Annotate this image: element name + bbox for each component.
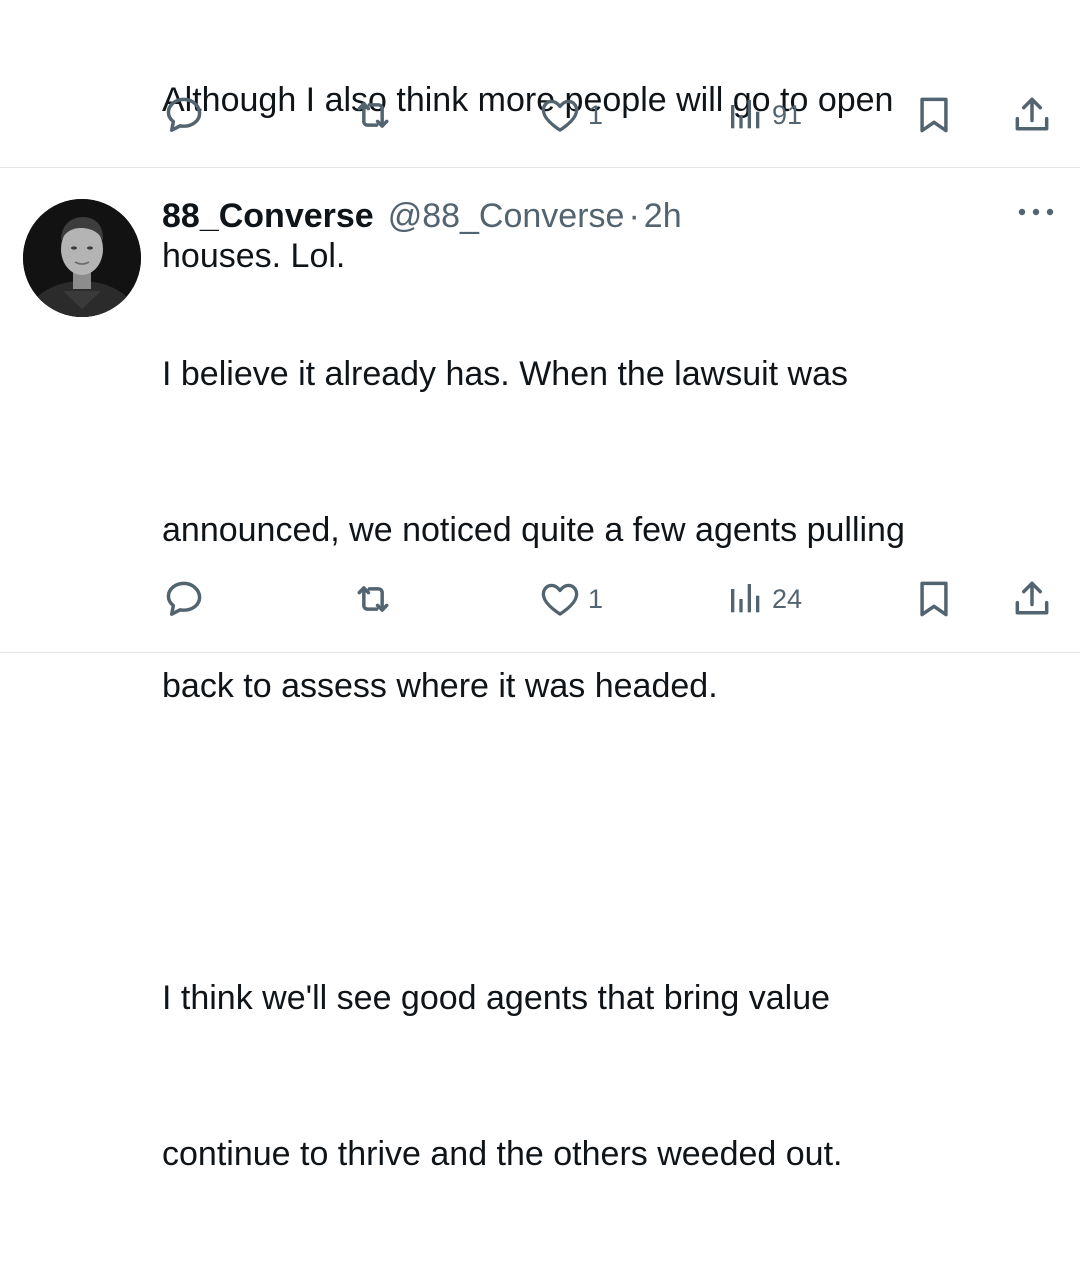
bookmark-icon — [912, 93, 956, 137]
views-button[interactable]: 24 — [726, 574, 802, 624]
tweet-divider — [0, 167, 1080, 168]
retweet-icon — [350, 577, 396, 621]
separator-dot: · — [628, 196, 640, 235]
bar-chart-icon — [726, 577, 766, 621]
heart-icon — [538, 577, 582, 621]
reply-icon — [162, 93, 206, 137]
more-options-button[interactable] — [1016, 197, 1056, 227]
tweet-text-line — [162, 816, 1062, 868]
tweet-text-line: back to assess where it was headed. — [162, 667, 718, 705]
views-button[interactable]: 91 — [726, 90, 802, 140]
tweet-text-line: I believe it already has. When the lawsu… — [162, 355, 849, 393]
tweet-actions: 1 24 — [0, 574, 1080, 624]
like-button[interactable]: 1 — [538, 90, 603, 140]
ellipsis-icon — [1016, 208, 1056, 231]
share-button[interactable] — [1010, 90, 1054, 140]
tweet-divider — [0, 652, 1080, 653]
tweet-text-line: announced, we noticed quite a few agents… — [162, 511, 905, 549]
like-count: 1 — [588, 583, 604, 614]
tweet-previous[interactable]: Although I also think more people will g… — [0, 0, 1080, 275]
timestamp[interactable]: 2h — [644, 197, 682, 236]
share-icon — [1010, 577, 1054, 621]
bookmark-button[interactable] — [912, 574, 956, 624]
heart-icon — [538, 93, 582, 137]
bar-chart-icon — [726, 93, 766, 137]
like-count: 1 — [588, 99, 604, 130]
tweet-actions: 1 91 — [0, 90, 1080, 140]
display-name[interactable]: 88_Converse — [162, 197, 374, 236]
tweet-text: I believe it already has. When the lawsu… — [162, 244, 1062, 1284]
bookmark-icon — [912, 577, 956, 621]
retweet-button[interactable] — [350, 90, 402, 140]
tweet-header: 88_Converse @88_Converse · 2h — [162, 193, 682, 239]
reply-icon — [162, 577, 206, 621]
tweet[interactable]: 88_Converse @88_Converse · 2h I believe … — [0, 169, 1080, 1173]
retweet-button[interactable] — [350, 574, 402, 624]
retweet-icon — [350, 93, 396, 137]
view-count: 91 — [772, 99, 803, 130]
user-handle[interactable]: @88_Converse — [388, 197, 625, 236]
reply-button[interactable] — [162, 574, 212, 624]
bookmark-button[interactable] — [912, 90, 956, 140]
reply-button[interactable] — [162, 90, 212, 140]
view-count: 24 — [772, 583, 803, 614]
share-button[interactable] — [1010, 574, 1054, 624]
tweet-text-line: continue to thrive and the others weeded… — [162, 1135, 843, 1173]
like-button[interactable]: 1 — [538, 574, 603, 624]
share-icon — [1010, 93, 1054, 137]
avatar[interactable] — [23, 199, 141, 317]
tweet-text-line: I think we'll see good agents that bring… — [162, 979, 831, 1017]
